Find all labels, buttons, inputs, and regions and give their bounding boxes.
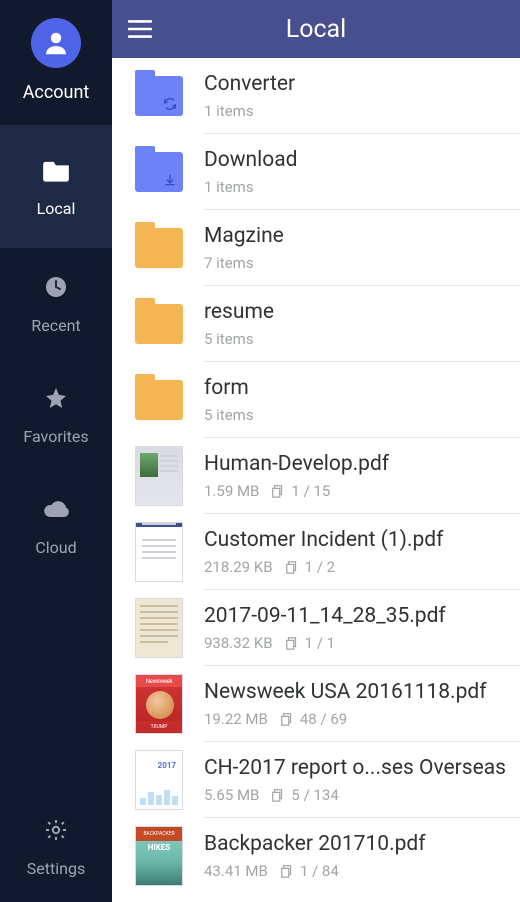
- item-meta: 1 items: [204, 102, 254, 120]
- list-item[interactable]: resume 5 items: [112, 286, 520, 362]
- folder-icon: [41, 155, 71, 185]
- list-item[interactable]: form 5 items: [112, 362, 520, 438]
- account-label: Account: [23, 82, 90, 103]
- item-size: 218.29 KB: [204, 558, 273, 576]
- account-section[interactable]: Account: [0, 0, 112, 125]
- item-pages: 1 / 15: [271, 482, 330, 500]
- list-item[interactable]: Customer Incident (1).pdf 218.29 KB 1 / …: [112, 514, 520, 590]
- sidebar-item-label: Cloud: [35, 538, 76, 557]
- item-meta: 1 items: [204, 178, 254, 196]
- sidebar-item-favorites[interactable]: Favorites: [0, 359, 112, 470]
- item-meta: 5 items: [204, 330, 254, 348]
- sidebar-item-label: Local: [37, 199, 76, 218]
- clock-icon: [41, 272, 71, 302]
- list-item[interactable]: 2017 CH-2017 report o...ses Overseas 5.6…: [112, 742, 520, 818]
- item-title: Magzine: [204, 224, 512, 248]
- item-size: 1.59 MB: [204, 482, 259, 500]
- item-title: CH-2017 report o...ses Overseas: [204, 756, 512, 780]
- pages-icon: [280, 864, 294, 878]
- item-pages: 1 / 1: [285, 634, 336, 652]
- sidebar: Account Local Recent Favorites Cloud: [0, 0, 112, 902]
- folder-icon: [132, 373, 186, 427]
- list-item[interactable]: NewsweekTRUMP Newsweek USA 20161118.pdf …: [112, 666, 520, 742]
- item-title: Download: [204, 148, 512, 172]
- folder-icon: [132, 69, 186, 123]
- item-title: Human-Develop.pdf: [204, 452, 512, 476]
- item-pages: 5 / 134: [271, 786, 338, 804]
- item-pages: 1 / 2: [285, 558, 336, 576]
- pages-icon: [285, 560, 299, 574]
- item-size: 5.65 MB: [204, 786, 259, 804]
- pages-icon: [271, 484, 285, 498]
- item-title: form: [204, 376, 512, 400]
- sidebar-item-label: Favorites: [23, 427, 88, 446]
- folder-icon: [132, 297, 186, 351]
- item-title: Converter: [204, 72, 512, 96]
- sidebar-spacer: [0, 581, 112, 791]
- item-pages: 1 / 84: [280, 862, 339, 880]
- avatar: [31, 18, 81, 68]
- list-item[interactable]: Human-Develop.pdf 1.59 MB 1 / 15: [112, 438, 520, 514]
- sidebar-item-settings[interactable]: Settings: [0, 791, 112, 902]
- item-size: 938.32 KB: [204, 634, 273, 652]
- item-size: 19.22 MB: [204, 710, 268, 728]
- item-title: Customer Incident (1).pdf: [204, 528, 512, 552]
- file-thumb: BACKPACKERHIKES: [132, 829, 186, 883]
- item-title: 2017-09-11_14_28_35.pdf: [204, 604, 512, 628]
- gear-icon: [41, 815, 71, 845]
- pages-icon: [280, 712, 294, 726]
- item-size: 43.41 MB: [204, 862, 268, 880]
- user-icon: [41, 28, 71, 58]
- app-root: Account Local Recent Favorites Cloud: [0, 0, 520, 902]
- item-title: resume: [204, 300, 512, 324]
- sidebar-item-label: Recent: [31, 316, 80, 335]
- sidebar-item-cloud[interactable]: Cloud: [0, 470, 112, 581]
- list-item[interactable]: 2017-09-11_14_28_35.pdf 938.32 KB 1 / 1: [112, 590, 520, 666]
- cloud-icon: [41, 494, 71, 524]
- topbar: Local: [112, 0, 520, 58]
- file-thumb: [132, 601, 186, 655]
- folder-icon: [132, 145, 186, 199]
- list-item[interactable]: BACKPACKERHIKES Backpacker 201710.pdf 43…: [112, 818, 520, 894]
- sidebar-item-local[interactable]: Local: [0, 125, 112, 248]
- file-thumb: 2017: [132, 753, 186, 807]
- sidebar-item-label: Settings: [27, 859, 85, 878]
- file-list[interactable]: Converter 1 items Download 1 items Magzi…: [112, 58, 520, 902]
- pages-icon: [271, 788, 285, 802]
- item-pages: 48 / 69: [280, 710, 347, 728]
- menu-button[interactable]: [112, 0, 168, 58]
- sidebar-item-recent[interactable]: Recent: [0, 248, 112, 359]
- item-title: Backpacker 201710.pdf: [204, 832, 512, 856]
- item-meta: 5 items: [204, 406, 254, 424]
- page-title: Local: [112, 15, 520, 44]
- star-icon: [41, 383, 71, 413]
- list-item[interactable]: Download 1 items: [112, 134, 520, 210]
- item-title: Newsweek USA 20161118.pdf: [204, 680, 512, 704]
- list-item[interactable]: Converter 1 items: [112, 58, 520, 134]
- file-thumb: [132, 449, 186, 503]
- menu-icon: [127, 19, 153, 39]
- file-thumb: [132, 525, 186, 579]
- file-thumb: NewsweekTRUMP: [132, 677, 186, 731]
- item-meta: 7 items: [204, 254, 254, 272]
- folder-icon: [132, 221, 186, 275]
- main: Local Converter 1 items Download 1: [112, 0, 520, 902]
- list-item[interactable]: Magzine 7 items: [112, 210, 520, 286]
- pages-icon: [285, 636, 299, 650]
